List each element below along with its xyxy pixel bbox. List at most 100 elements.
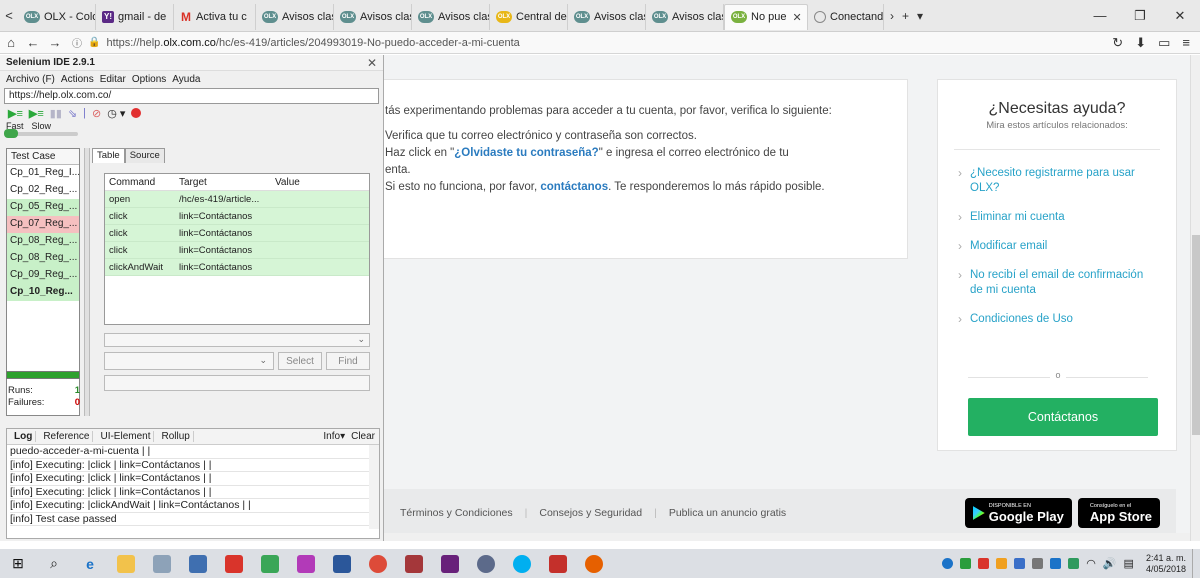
browser-tab[interactable]: M Activa tu c <box>174 3 256 30</box>
rollup-icon[interactable]: | <box>83 107 86 119</box>
keyboard-icon[interactable]: ▤ <box>1124 557 1134 570</box>
tray-icon[interactable] <box>942 558 954 569</box>
tray-icon[interactable] <box>960 558 972 569</box>
command-row[interactable]: click link=Contáctanos <box>105 208 369 225</box>
test-case-item[interactable]: Cp_02_Reg_... <box>7 182 79 199</box>
help-link[interactable]: › Condiciones de Uso <box>938 306 1176 335</box>
tab-scroll-left-icon[interactable]: < <box>0 0 18 32</box>
browser-tab[interactable]: Conectand <box>808 3 884 30</box>
rollup-apply-icon[interactable]: ⊘ <box>92 107 101 120</box>
find-button[interactable]: Find <box>326 352 370 370</box>
clear-log-button[interactable]: Clear <box>351 431 375 442</box>
speed-slider[interactable] <box>4 129 78 138</box>
menu-actions[interactable]: Actions <box>61 74 94 85</box>
firefox-icon[interactable] <box>576 549 612 578</box>
show-desktop-button[interactable] <box>1192 549 1200 578</box>
eclipse-icon[interactable] <box>468 549 504 578</box>
browser-tab[interactable]: OLX Avisos clas <box>256 3 334 30</box>
download-icon[interactable]: ⬇ <box>1135 35 1146 51</box>
tab-scroll-right-icon[interactable]: › <box>890 9 894 23</box>
edge-icon[interactable]: e <box>72 549 108 578</box>
footer-link-safety[interactable]: Consejos y Seguridad <box>539 507 642 519</box>
footer-link-post-ad[interactable]: Publica un anuncio gratis <box>669 507 786 519</box>
info-icon[interactable]: ⓘ <box>72 35 82 50</box>
android-studio-icon[interactable] <box>252 549 288 578</box>
tray-icon[interactable] <box>1032 558 1044 569</box>
command-row[interactable]: open/hc/es-419/article... <box>105 191 369 208</box>
tray-icon[interactable] <box>1014 558 1026 569</box>
browser-tab[interactable]: Y! gmail - de <box>96 3 174 30</box>
browser-tab[interactable]: OLX Central de <box>490 3 568 30</box>
access-icon[interactable] <box>396 549 432 578</box>
help-link[interactable]: › Eliminar mi cuenta <box>938 204 1176 233</box>
address-bar[interactable]: ⓘ 🔒 https://help. olx.com.co/hc/es-419/ar… <box>66 34 1102 52</box>
minimize-icon[interactable]: — <box>1080 0 1120 32</box>
browser-tab[interactable]: OLX Avisos clas <box>646 3 724 30</box>
home-icon[interactable]: ⌂ <box>0 35 22 50</box>
contact-link[interactable]: contáctanos <box>540 181 608 193</box>
chrome-icon[interactable] <box>360 549 396 578</box>
tab-rollup[interactable]: Rollup <box>158 431 194 442</box>
new-tab-icon[interactable]: + <box>902 9 909 23</box>
close-icon[interactable]: ✕ <box>367 56 377 70</box>
skype-icon[interactable] <box>504 549 540 578</box>
search-icon[interactable]: ⌕ <box>36 549 72 578</box>
tab-list-icon[interactable]: ▾ <box>917 9 923 23</box>
command-row[interactable]: click link=Contáctanos <box>105 225 369 242</box>
google-play-badge[interactable]: DISPONIBLE EN Google Play <box>964 498 1072 528</box>
file-explorer-icon[interactable] <box>108 549 144 578</box>
panel-splitter[interactable] <box>84 148 90 416</box>
tray-icon[interactable] <box>1050 558 1062 569</box>
pause-icon[interactable]: ▮▮ <box>50 107 62 120</box>
browser-tab[interactable]: OLX OLX - Colo <box>18 3 96 30</box>
tab-table[interactable]: Table <box>92 148 125 163</box>
test-case-item[interactable]: Cp_09_Reg_... <box>7 267 79 284</box>
help-link[interactable]: › Modificar email <box>938 233 1176 262</box>
browser-tab[interactable]: OLX Avisos clas <box>412 3 490 30</box>
browser-tab-active[interactable]: OLX No pue ✕ <box>724 3 808 30</box>
menu-editar[interactable]: Editar <box>100 74 126 85</box>
tray-icon[interactable] <box>996 558 1008 569</box>
windows-start-icon[interactable]: ⊞ <box>0 549 36 578</box>
scrollbar-thumb[interactable] <box>1192 235 1200 435</box>
tab-source[interactable]: Source <box>124 148 165 163</box>
browser-tab[interactable]: OLX Avisos clas <box>334 3 412 30</box>
xmind-icon[interactable] <box>216 549 252 578</box>
acrobat-icon[interactable] <box>540 549 576 578</box>
menu-options[interactable]: Options <box>132 74 166 85</box>
restore-icon[interactable]: ❐ <box>1120 0 1160 32</box>
tab-log[interactable]: Log <box>11 431 37 442</box>
record-icon[interactable] <box>131 108 142 118</box>
tray-icon[interactable] <box>978 558 990 569</box>
test-case-item[interactable]: Cp_10_Reg... <box>7 284 79 301</box>
paint-icon[interactable] <box>144 549 180 578</box>
timer-icon[interactable]: ◷ ▾ <box>107 107 125 120</box>
help-link[interactable]: › No recibí el email de confirmación de m… <box>938 262 1176 306</box>
test-case-item[interactable]: Cp_01_Reg_I... <box>7 165 79 182</box>
command-select[interactable]: ⌄ <box>104 333 370 347</box>
test-case-item[interactable]: Cp_08_Reg_... <box>7 233 79 250</box>
base-url-field[interactable]: https://help.olx.com.co/ <box>4 88 379 104</box>
menu-icon[interactable]: ≡ <box>1182 35 1190 51</box>
play-suite-icon[interactable]: ▶≡ <box>8 107 23 120</box>
tab-reference[interactable]: Reference <box>40 431 94 442</box>
close-window-icon[interactable]: ✕ <box>1160 0 1200 32</box>
menu-ayuda[interactable]: Ayuda <box>172 74 200 85</box>
wifi-icon[interactable]: ◠ <box>1086 557 1096 570</box>
test-case-item[interactable]: Cp_08_Reg_... <box>7 250 79 267</box>
app-icon[interactable] <box>288 549 324 578</box>
speed-slider-knob[interactable] <box>4 129 18 138</box>
target-select[interactable]: ⌄ <box>104 352 274 370</box>
command-row[interactable]: clickAndWait link=Contáctanos <box>105 259 369 276</box>
page-horizontal-scrollbar[interactable] <box>384 533 1190 541</box>
contact-button[interactable]: Contáctanos <box>968 398 1158 436</box>
menu-archivo[interactable]: Archivo (F) <box>6 74 55 85</box>
word-icon[interactable] <box>324 549 360 578</box>
browser-tab[interactable]: OLX Avisos clas <box>568 3 646 30</box>
play-test-icon[interactable]: ▶≡ <box>29 107 44 120</box>
forgot-password-link[interactable]: ¿Olvidaste tu contraseña? <box>454 147 598 159</box>
page-vertical-scrollbar[interactable] <box>1190 55 1200 541</box>
visual-studio-icon[interactable] <box>432 549 468 578</box>
log-scrollbar[interactable] <box>369 445 379 529</box>
back-icon[interactable]: ← <box>22 35 44 50</box>
